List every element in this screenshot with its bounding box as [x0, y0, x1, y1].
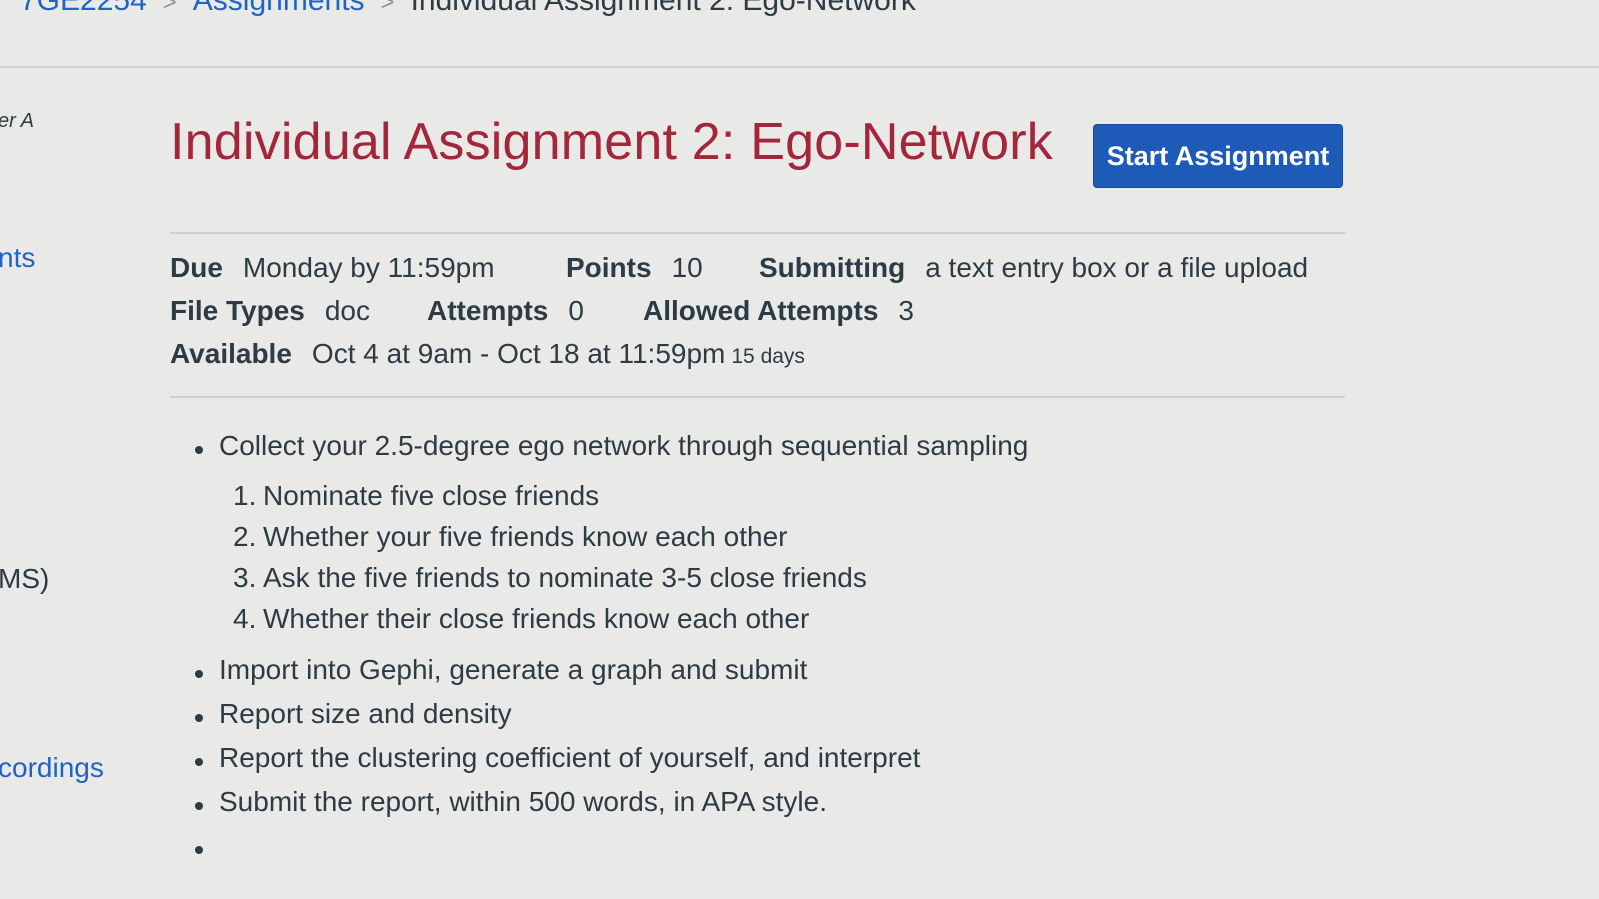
- list-item: Report the clustering coefficient of you…: [195, 742, 920, 786]
- divider: [170, 396, 1345, 398]
- file-types-value: doc: [324, 295, 371, 326]
- details-row: Due Monday by 11:59pm Points 10 Submitting…: [170, 252, 1350, 295]
- list-item-text: Whether their close friends know each ot…: [263, 603, 810, 634]
- list-item: 1. Nominate five close friends: [233, 480, 867, 521]
- bullet-icon: [195, 758, 203, 766]
- allowed-attempts-field: Allowed Attempts 3: [643, 295, 914, 327]
- list-item: Collect your 2.5-degree ego network thro…: [195, 430, 1028, 474]
- bullet-icon: [195, 446, 203, 454]
- list-item-number: 3.: [233, 562, 257, 593]
- breadcrumb-separator-icon: >: [380, 0, 395, 16]
- list-item: Import into Gephi, generate a graph and …: [195, 654, 867, 698]
- points-field: Points 10: [566, 252, 703, 284]
- submitting-label: Submitting: [759, 252, 906, 283]
- list-item-text: Collect your 2.5-degree ego network thro…: [219, 430, 1029, 461]
- numbered-list: 1. Nominate five close friends 2. Whether …: [233, 480, 867, 644]
- available-days: 15 days: [731, 345, 805, 368]
- list-item: Submit the report, within 500 words, in …: [195, 786, 867, 830]
- assignment-details: Due Monday by 11:59pm Points 10 Submitting…: [170, 252, 1350, 381]
- bullet-icon: [195, 802, 203, 810]
- course-nav-item-2[interactable]: nts: [0, 242, 35, 274]
- list-item: 2. Whether your five friends know each ot…: [233, 521, 867, 562]
- attempts-value: 0: [568, 295, 584, 326]
- submitting-value: a text entry box or a file upload: [925, 252, 1309, 283]
- list-item-text: Import into Gephi, generate a graph and …: [219, 654, 808, 685]
- list-item-text: Nominate five close friends: [263, 480, 600, 511]
- attempts-field: Attempts 0: [427, 295, 584, 327]
- list-item-text: Submit the report, within 500 words, in …: [219, 786, 828, 817]
- start-assignment-button[interactable]: Start Assignment: [1093, 124, 1343, 188]
- header-divider: [0, 66, 1599, 68]
- list-item-number: 4.: [233, 603, 257, 634]
- list-item-number: 2.: [233, 521, 257, 552]
- course-nav-item-1[interactable]: er A: [0, 110, 34, 133]
- list-item-text: Report size and density: [219, 698, 512, 729]
- list-item-text: Ask the five friends to nominate 3-5 clo…: [263, 562, 867, 593]
- list-item-empty: [195, 830, 867, 874]
- points-label: Points: [566, 252, 652, 283]
- list-item: 3. Ask the five friends to nominate 3-5 c…: [233, 562, 867, 603]
- list-item-text: Whether your five friends know each othe…: [263, 521, 788, 552]
- breadcrumb-assignments-link[interactable]: Assignments: [193, 0, 365, 17]
- allowed-attempts-value: 3: [898, 295, 914, 326]
- course-nav-item-4[interactable]: cordings: [0, 752, 104, 784]
- assignment-page: 7GE2254 > Assignments > Individual Assignmen…: [0, 0, 1599, 899]
- breadcrumb-separator-icon: >: [162, 0, 177, 16]
- due-value: Monday by 11:59pm: [242, 252, 495, 283]
- list-item: Report size and density: [195, 698, 867, 742]
- details-row: File Types doc Attempts 0 Allowed Attempts…: [170, 295, 1350, 338]
- file-types-label: File Types: [170, 295, 305, 326]
- list-item-text: Report the clustering coefficient of you…: [219, 742, 921, 773]
- bullet-icon: [195, 846, 203, 854]
- due-label: Due: [170, 252, 223, 283]
- bullet-icon: [195, 670, 203, 678]
- available-label: Available: [170, 338, 292, 369]
- file-types-field: File Types doc: [170, 295, 370, 327]
- points-value: 10: [671, 252, 703, 283]
- assignment-description: Collect your 2.5-degree ego network thro…: [195, 430, 1028, 874]
- available-value: Oct 4 at 9am - Oct 18 at 11:59pm: [311, 338, 726, 369]
- due-field: Due Monday by 11:59pm: [170, 252, 495, 284]
- attempts-label: Attempts: [427, 295, 549, 326]
- divider: [170, 232, 1345, 234]
- course-nav-item-3[interactable]: MS): [0, 563, 49, 595]
- allowed-attempts-label: Allowed Attempts: [643, 295, 879, 326]
- breadcrumb: 7GE2254 > Assignments > Individual Assignmen…: [20, 0, 916, 18]
- breadcrumb-current: Individual Assignment 2: Ego-Network: [410, 0, 916, 17]
- details-row: Available Oct 4 at 9am - Oct 18 at 11:59p…: [170, 338, 1350, 381]
- bullet-icon: [195, 714, 203, 722]
- submitting-field: Submitting a text entry box or a file upl…: [759, 252, 1308, 284]
- available-field: Available Oct 4 at 9am - Oct 18 at 11:59p…: [170, 338, 805, 370]
- list-item-number: 1.: [233, 480, 257, 511]
- course-nav: er A nts MS) cordings: [0, 0, 130, 899]
- page-title: Individual Assignment 2: Ego-Network: [170, 113, 1053, 171]
- list-item: 4. Whether their close friends know each …: [233, 603, 867, 644]
